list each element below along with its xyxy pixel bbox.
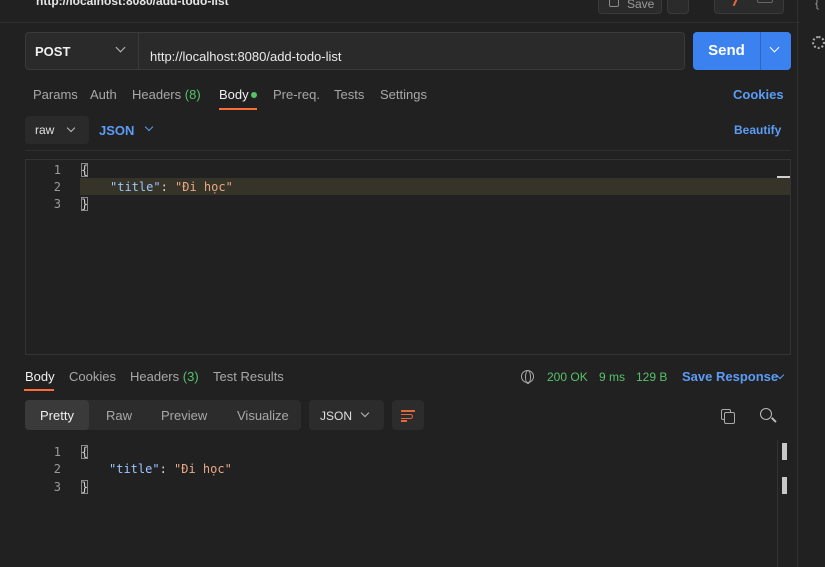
view-visualize-button[interactable]: Visualize bbox=[237, 408, 289, 423]
comment-icon bbox=[757, 0, 773, 3]
right-panel-border bbox=[797, 0, 798, 567]
beautify-button[interactable]: Beautify bbox=[734, 123, 781, 137]
response-format-label: JSON bbox=[320, 409, 353, 423]
save-label: Save bbox=[627, 0, 655, 11]
json-value: "Đi học" bbox=[175, 180, 233, 194]
send-button[interactable]: Send bbox=[693, 32, 760, 70]
line-number: 1 bbox=[53, 445, 61, 459]
line-number: 3 bbox=[53, 197, 61, 211]
globe-icon[interactable] bbox=[521, 370, 534, 384]
resp-code-line: "title": "Đi học" bbox=[109, 462, 232, 476]
view-mode-toggle[interactable] bbox=[714, 0, 784, 14]
line-number: 2 bbox=[53, 462, 61, 476]
tab-auth[interactable]: Auth bbox=[90, 87, 117, 102]
resp-tab-headers-label: Headers bbox=[130, 369, 180, 384]
request-title[interactable]: http://localhost:8080/add-todo-list bbox=[36, 0, 229, 8]
wrap-lines-icon bbox=[401, 410, 415, 412]
line-number: 2 bbox=[53, 180, 61, 194]
save-options-button[interactable] bbox=[667, 0, 689, 14]
code-close-brace: } bbox=[81, 197, 89, 211]
chevron-down-icon bbox=[769, 42, 780, 53]
resp-tab-test-results[interactable]: Test Results bbox=[213, 369, 284, 384]
save-icon bbox=[609, 0, 619, 7]
json-key: "title" bbox=[109, 462, 160, 476]
active-tab-underline bbox=[24, 389, 54, 391]
view-preview-button[interactable]: Preview bbox=[161, 408, 207, 423]
method-label: POST bbox=[35, 44, 71, 59]
divider bbox=[25, 150, 791, 151]
pencil-icon bbox=[727, 0, 739, 7]
save-button[interactable]: Save bbox=[598, 0, 662, 14]
tab-headers-label: Headers bbox=[132, 87, 182, 102]
resp-code-open-brace: { bbox=[81, 445, 89, 459]
resp-headers-count: (3) bbox=[182, 369, 199, 384]
resp-tab-cookies[interactable]: Cookies bbox=[69, 369, 116, 384]
body-format-select[interactable]: JSON bbox=[99, 123, 134, 138]
send-options-button[interactable] bbox=[761, 32, 791, 70]
divider bbox=[0, 22, 800, 23]
tab-tests[interactable]: Tests bbox=[334, 87, 364, 102]
code-line: "title": "Đi học" bbox=[110, 180, 233, 194]
search-icon[interactable] bbox=[760, 408, 772, 420]
response-size[interactable]: 129 B bbox=[636, 370, 667, 384]
line-number: 3 bbox=[53, 480, 61, 494]
active-tab-underline bbox=[219, 108, 257, 110]
cookies-link[interactable]: Cookies bbox=[733, 87, 784, 102]
url-input[interactable] bbox=[139, 32, 685, 70]
view-pretty-button[interactable]: Pretty bbox=[40, 408, 74, 423]
code-snippet-icon[interactable]: { bbox=[815, 0, 819, 10]
copy-icon[interactable] bbox=[721, 409, 735, 424]
wrap-lines-button[interactable] bbox=[392, 400, 424, 430]
status-badge[interactable]: 200 OK bbox=[547, 370, 588, 384]
line-number: 1 bbox=[53, 163, 61, 177]
chevron-down-icon bbox=[144, 122, 154, 132]
json-key: "title" bbox=[110, 180, 161, 194]
json-value: "Đi học" bbox=[174, 462, 232, 476]
body-mode-label: raw bbox=[35, 123, 55, 137]
view-raw-button[interactable]: Raw bbox=[106, 408, 132, 423]
response-time[interactable]: 9 ms bbox=[599, 370, 625, 384]
tab-prereq[interactable]: Pre-req. bbox=[273, 87, 320, 102]
save-response-button[interactable]: Save Response bbox=[682, 369, 778, 384]
code-open-brace: { bbox=[81, 163, 89, 177]
scroll-track bbox=[777, 440, 778, 567]
body-indicator-dot bbox=[251, 92, 257, 98]
tab-body[interactable]: Body bbox=[219, 87, 249, 102]
settings-gear-icon[interactable] bbox=[812, 36, 825, 49]
resp-tab-body[interactable]: Body bbox=[25, 369, 55, 384]
tab-headers[interactable]: Headers (8) bbox=[132, 87, 201, 102]
resp-tab-headers[interactable]: Headers (3) bbox=[130, 369, 199, 384]
tab-settings[interactable]: Settings bbox=[380, 87, 427, 102]
tab-params[interactable]: Params bbox=[33, 87, 78, 102]
scrollbar-marker[interactable] bbox=[782, 477, 787, 494]
resp-code-close-brace: } bbox=[81, 480, 89, 494]
headers-count: (8) bbox=[184, 87, 201, 102]
scrollbar-marker[interactable] bbox=[782, 443, 787, 460]
editor-cursor bbox=[777, 176, 790, 178]
